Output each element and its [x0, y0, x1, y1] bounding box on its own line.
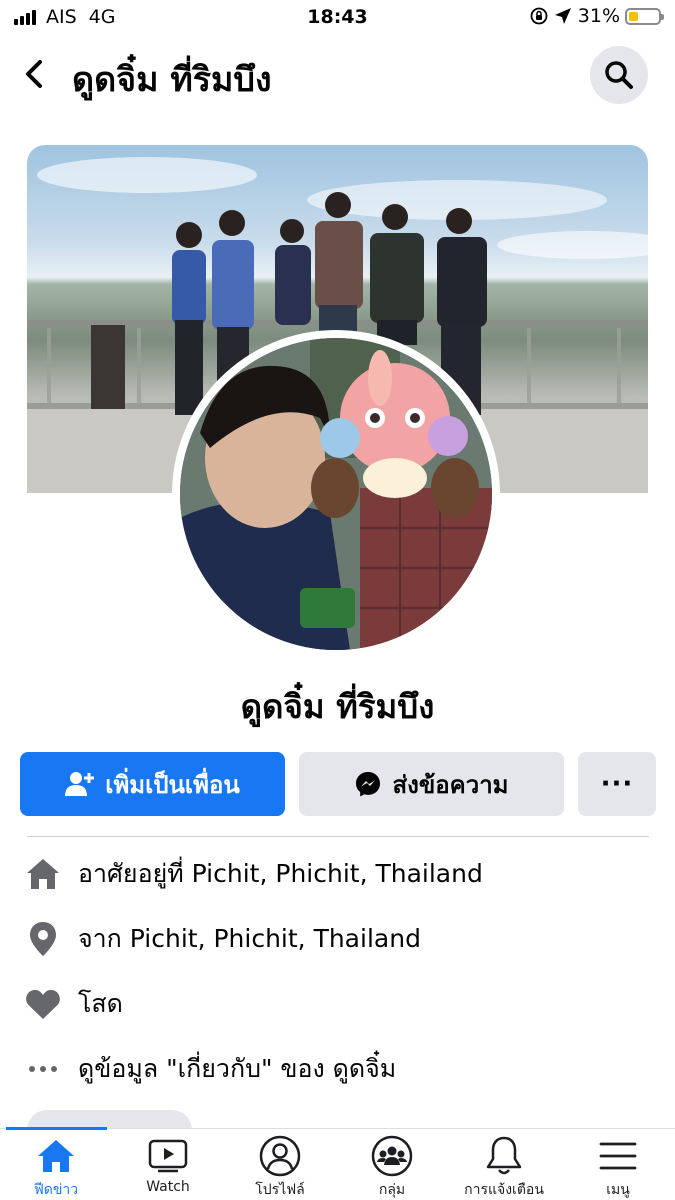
profile-name: ดูดจิ๋ม ที่ริมบึง [240, 687, 435, 726]
send-message-button[interactable]: ส่งข้อความ [299, 752, 564, 816]
info-see-about-text: ดูข้อมูล "เกี่ยวกับ" ของ ดูดจิ๋ม [78, 1054, 397, 1083]
tab-menu-label: เมนู [606, 1182, 630, 1198]
tab-watch-label: Watch [146, 1179, 190, 1195]
more-options-icon: ··· [600, 769, 634, 799]
add-friend-label: เพิ่มเป็นเพื่อน [105, 770, 240, 799]
profile-picture[interactable] [172, 330, 500, 658]
location-pin-icon [30, 922, 56, 956]
messenger-icon [356, 772, 381, 797]
info-from: จาก Pichit, Phichit, Thailand [24, 917, 421, 961]
home-icon [38, 1140, 74, 1172]
tab-profile[interactable]: โปรไฟล์ [224, 1135, 336, 1200]
search-button[interactable] [590, 46, 648, 104]
tab-groups[interactable]: กลุ่ม [336, 1135, 448, 1200]
orientation-lock-icon [530, 7, 548, 25]
bell-icon [486, 1136, 522, 1175]
tab-menu[interactable]: เมนู [562, 1135, 674, 1200]
divider [27, 836, 649, 837]
info-lives-in-text: อาศัยอยู่ที่ Pichit, Phichit, Thailand [78, 859, 483, 888]
tab-groups-label: กลุ่ม [378, 1182, 406, 1198]
tab-news-feed-label: ฟีดข่าว [33, 1182, 79, 1198]
tab-notifications-label: การแจ้งเตือน [464, 1182, 544, 1198]
video-icon [148, 1139, 188, 1173]
info-from-text: จาก Pichit, Phichit, Thailand [78, 924, 421, 953]
info-relationship: โสด [24, 982, 123, 1026]
page-title: ดูดจิ๋ม ที่ริมบึง [72, 60, 272, 100]
search-icon [605, 61, 633, 89]
tab-news-feed[interactable]: ฟีดข่าว [0, 1135, 112, 1200]
location-arrow-icon [554, 8, 571, 24]
heart-icon [26, 989, 60, 1019]
status-bar: AIS 4G 18:43 31% [0, 0, 675, 34]
profile-header: ดูดจิ๋ม ที่ริมบึง [0, 40, 675, 114]
info-relationship-text: โสด [78, 989, 123, 1018]
menu-icon [599, 1142, 637, 1170]
avatar [180, 338, 492, 650]
more-options-button[interactable]: ··· [578, 752, 656, 816]
tab-notifications[interactable]: การแจ้งเตือน [448, 1135, 560, 1200]
active-tab-indicator [6, 1127, 107, 1130]
send-message-label: ส่งข้อความ [392, 770, 509, 799]
profile-actions: เพิ่มเป็นเพื่อน ส่งข้อความ ··· [20, 752, 656, 816]
tab-watch[interactable]: Watch [112, 1135, 224, 1200]
add-friend-button[interactable]: เพิ่มเป็นเพื่อน [20, 752, 285, 816]
info-lives-in: อาศัยอยู่ที่ Pichit, Phichit, Thailand [24, 852, 483, 896]
home-icon [27, 859, 59, 889]
more-dots-icon [29, 1066, 57, 1072]
back-button[interactable] [20, 56, 52, 92]
profile-icon [259, 1135, 301, 1177]
groups-icon [371, 1135, 413, 1177]
battery-icon [625, 7, 664, 25]
tab-profile-label: โปรไฟล์ [255, 1182, 305, 1198]
info-see-about[interactable]: ดูข้อมูล "เกี่ยวกับ" ของ ดูดจิ๋ม [24, 1047, 396, 1091]
chevron-left-icon [26, 60, 42, 88]
bottom-tab-bar: ฟีดข่าว Watch โปรไฟล์ กลุ่ม การแจ้งเตือน… [0, 1127, 675, 1200]
add-friend-icon [65, 772, 95, 796]
battery-percent: 31% [577, 5, 620, 27]
